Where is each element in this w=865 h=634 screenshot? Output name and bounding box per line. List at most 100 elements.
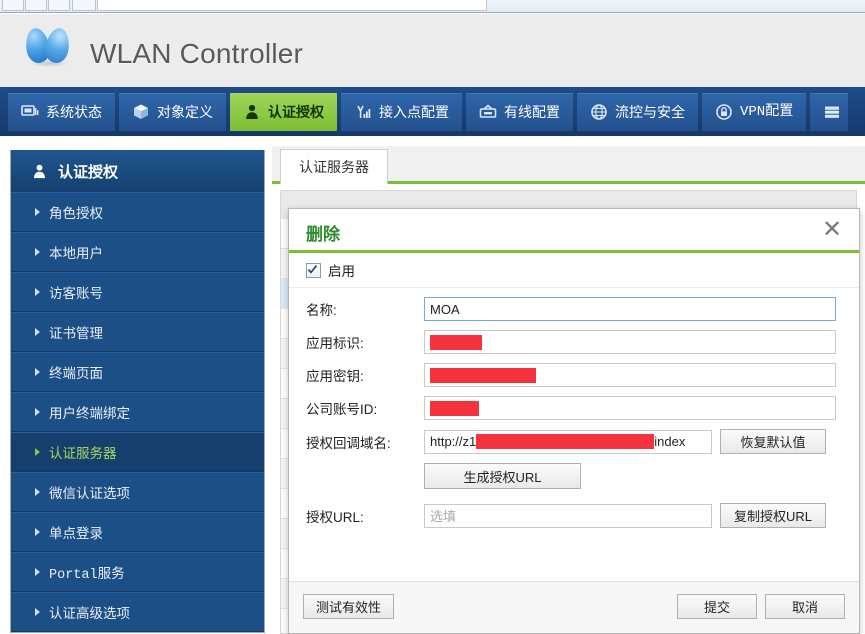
- name-input[interactable]: MOA: [424, 297, 836, 321]
- corp-id-input[interactable]: [424, 396, 836, 420]
- nav-item-object-definition[interactable]: 对象定义: [119, 93, 226, 131]
- sidebar-item-label: 访客账号: [49, 286, 103, 301]
- sidebar-item-wechat-auth-options[interactable]: 微信认证选项: [11, 472, 264, 512]
- field-row-auth-url: 授权URL: 选填 复制授权URL: [289, 503, 859, 528]
- nav-item-label: 认证授权: [268, 104, 324, 120]
- chevron-right-icon: [35, 208, 40, 216]
- callback-domain-input[interactable]: http://z1 index: [424, 429, 712, 454]
- restore-default-button[interactable]: 恢复默认值: [720, 429, 826, 454]
- server-stack-icon: [823, 103, 841, 121]
- nav-item-label: VPN配置: [740, 104, 794, 120]
- sidebar-item-local-users[interactable]: 本地用户: [11, 232, 264, 272]
- sidebar-item-label: 微信认证选项: [49, 486, 130, 501]
- sidebar-item-user-device-binding[interactable]: 用户终端绑定: [11, 392, 264, 432]
- sidebar-item-auth-server[interactable]: 认证服务器: [11, 432, 264, 472]
- browser-reload-button[interactable]: [48, 0, 70, 11]
- sidebar-item-role-authorization[interactable]: 角色授权: [11, 192, 264, 232]
- chevron-right-icon: [35, 568, 40, 576]
- lock-circle-icon: [715, 103, 733, 121]
- dialog-footer: 测试有效性 提交 取消: [289, 581, 859, 633]
- sidebar-item-single-sign-on[interactable]: 单点登录: [11, 512, 264, 552]
- field-label: 公司账号ID:: [306, 402, 378, 417]
- sidebar-item-auth-advanced-options[interactable]: 认证高级选项: [11, 592, 264, 632]
- sidebar-header-label: 认证授权: [58, 163, 119, 181]
- nav-item-label: 接入点配置: [379, 104, 449, 120]
- redaction-block: [430, 367, 536, 383]
- test-validity-button[interactable]: 测试有效性: [303, 594, 395, 619]
- chevron-right-icon: [35, 248, 40, 256]
- chevron-right-icon: [35, 528, 40, 536]
- nav-item-ap-configuration[interactable]: 接入点配置: [341, 93, 462, 131]
- auth-url-input[interactable]: 选填: [424, 503, 712, 528]
- sidebar-item-terminal-page[interactable]: 终端页面: [11, 352, 264, 392]
- sidebar-item-certificate-management[interactable]: 证书管理: [11, 312, 264, 352]
- sidebar-item-label: 用户终端绑定: [49, 406, 130, 421]
- callback-domain-suffix: index: [654, 434, 686, 449]
- cube-icon: [132, 103, 150, 121]
- redaction-block: [430, 334, 482, 350]
- nav-item-label: 有线配置: [504, 104, 560, 120]
- sidebar-item-label: 本地用户: [49, 246, 103, 261]
- sidebar-item-label: Portal服务: [49, 567, 125, 583]
- chevron-right-icon: [35, 288, 40, 296]
- heart-leaf-logo: [23, 26, 76, 74]
- copy-auth-url-button[interactable]: 复制授权URL: [720, 503, 826, 528]
- close-icon[interactable]: ✕: [819, 217, 845, 243]
- dialog-title: 删除: [306, 225, 340, 244]
- browser-address-bar[interactable]: [97, 0, 487, 11]
- enable-checkbox[interactable]: [306, 262, 321, 278]
- sidebar-header: 认证授权: [11, 150, 264, 192]
- user-lock-icon: [243, 103, 261, 121]
- app-secret-input[interactable]: [424, 363, 836, 387]
- submit-button[interactable]: 提交: [677, 594, 757, 619]
- user-icon: [31, 163, 48, 180]
- sidebar-item-label: 证书管理: [49, 326, 103, 341]
- tab-auth-server[interactable]: 认证服务器: [280, 149, 388, 184]
- nav-item-label: 流控与安全: [615, 104, 685, 120]
- nav-item-label: 对象定义: [157, 104, 213, 120]
- sidebar-item-guest-account[interactable]: 访客账号: [11, 272, 264, 312]
- sidebar-item-portal-service[interactable]: Portal服务: [11, 552, 264, 592]
- name-input-value: MOA: [430, 301, 460, 317]
- nav-item-wired-configuration[interactable]: 有线配置: [466, 93, 573, 131]
- field-row-callback-domain: 授权回调域名: http://z1 index 恢复默认值: [289, 429, 859, 454]
- enable-row: 启用: [289, 253, 859, 288]
- dialog-body: 启用 名称: MOA 应用标识: 应用密钥: 公司账号ID: 授权回调域名: h…: [289, 253, 859, 583]
- redaction-block: [430, 400, 479, 416]
- monitor-icon: [21, 103, 39, 121]
- page-title: WLAN Controller: [90, 38, 304, 69]
- field-label: 应用密钥:: [306, 369, 364, 384]
- nav-item-auth-authorization[interactable]: 认证授权: [230, 93, 337, 131]
- chevron-right-icon: [35, 448, 40, 456]
- cancel-button[interactable]: 取消: [765, 594, 845, 619]
- generate-auth-url-button[interactable]: 生成授权URL: [424, 463, 581, 489]
- switch-box-icon: [479, 103, 497, 121]
- app-id-input[interactable]: [424, 330, 836, 354]
- generate-url-row: 生成授权URL: [289, 463, 859, 489]
- nav-item-vpn-configuration[interactable]: VPN配置: [702, 93, 807, 131]
- tab-label: 认证服务器: [299, 159, 369, 175]
- nav-item-more[interactable]: [810, 93, 849, 131]
- sidebar-item-label: 终端页面: [49, 366, 103, 381]
- nav-item-traffic-security[interactable]: 流控与安全: [577, 93, 698, 131]
- redaction-block: [476, 434, 655, 449]
- chevron-right-icon: [35, 488, 40, 496]
- dialog-header: 删除 ✕: [289, 209, 859, 253]
- chevron-right-icon: [35, 608, 40, 616]
- browser-chrome: [0, 0, 865, 13]
- sidebar-item-label: 认证高级选项: [49, 606, 130, 621]
- sidebar-item-label: 角色授权: [49, 206, 103, 221]
- field-row-name: 名称: MOA: [289, 297, 859, 321]
- callback-domain-prefix: http://z1: [430, 434, 477, 449]
- field-label: 授权URL:: [306, 509, 364, 525]
- field-label: 授权回调域名:: [306, 435, 391, 451]
- nav-item-system-status[interactable]: 系统状态: [8, 93, 115, 131]
- browser-back-button[interactable]: [2, 0, 24, 11]
- antenna-signal-icon: [354, 103, 372, 121]
- field-row-app-secret: 应用密钥:: [289, 363, 859, 387]
- browser-home-button[interactable]: [72, 0, 96, 11]
- top-navigation-bar: 系统状态 对象定义 认证授权 接入点配置 有线配置 流控与安全 VPN配置: [0, 87, 865, 136]
- nav-item-label: 系统状态: [46, 104, 102, 120]
- browser-forward-button[interactable]: [25, 0, 47, 11]
- chevron-right-icon: [35, 328, 40, 336]
